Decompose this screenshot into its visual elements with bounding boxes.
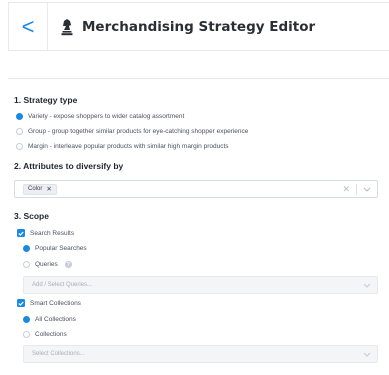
chess-knight-icon (61, 18, 73, 35)
search-results-label: Search Results (30, 229, 75, 237)
select-controls: ✕ (336, 181, 377, 197)
help-icon[interactable]: ? (64, 261, 72, 268)
checkbox-checked[interactable] (17, 229, 25, 237)
strategy-option-group[interactable]: Group - group together similar products … (16, 128, 248, 135)
title-wrap: Merchandising Strategy Editor (48, 3, 315, 50)
checkbox-checked[interactable] (17, 299, 25, 307)
collections-placeholder: Select Collections... (32, 351, 85, 357)
radio-unselected[interactable] (23, 331, 30, 338)
strategy-option-variety[interactable]: Variety - expose shoppers to wider catal… (16, 113, 184, 120)
radio-selected[interactable] (23, 245, 30, 252)
queries-label: Queries (35, 261, 58, 268)
strategy-option-margin[interactable]: Margin - interleave popular products wit… (16, 143, 229, 150)
strategy-option-label: Group - group together similar products … (28, 128, 249, 135)
queries-select[interactable]: Add / Select Queries... (23, 276, 378, 294)
strategy-heading: 1. Strategy type (14, 95, 78, 105)
smart-collections-label: Smart Collections (30, 299, 81, 307)
radio-selected[interactable] (23, 316, 30, 323)
strategy-option-label: Margin - interleave popular products wit… (28, 143, 229, 150)
collections-label: Collections (35, 331, 67, 338)
radio-unselected[interactable] (16, 128, 23, 135)
page-title: Merchandising Strategy Editor (82, 18, 316, 35)
select-controls (357, 346, 377, 362)
back-button[interactable]: < (9, 3, 48, 50)
scope-heading: 3. Scope (14, 211, 49, 221)
all-collections-option[interactable]: All Collections (23, 316, 76, 323)
chip-label: Color (28, 186, 43, 192)
collections-select[interactable]: Select Collections... (23, 345, 378, 363)
chevron-left-icon: < (21, 13, 35, 39)
attributes-select[interactable]: Color ✕ ✕ (14, 180, 378, 198)
radio-selected[interactable] (16, 113, 23, 120)
editor-header: < Merchandising Strategy Editor (8, 2, 389, 51)
popular-searches-option[interactable]: Popular Searches (23, 245, 87, 252)
queries-option[interactable]: Queries ? (23, 261, 72, 268)
radio-unselected[interactable] (23, 261, 30, 268)
chevron-down-icon[interactable] (357, 352, 377, 357)
all-collections-label: All Collections (35, 316, 76, 323)
popular-searches-label: Popular Searches (35, 245, 87, 252)
queries-placeholder: Add / Select Queries... (32, 282, 93, 288)
radio-unselected[interactable] (16, 143, 23, 150)
attribute-chip: Color ✕ (23, 183, 57, 195)
strategy-option-label: Variety - expose shoppers to wider catal… (28, 113, 185, 120)
clear-icon[interactable]: ✕ (336, 184, 356, 195)
select-controls (357, 277, 377, 293)
collections-option[interactable]: Collections (23, 331, 67, 338)
chip-remove-icon[interactable]: ✕ (46, 185, 51, 193)
smart-collections-checkbox-row[interactable]: Smart Collections (17, 299, 81, 307)
attributes-heading: 2. Attributes to diversify by (14, 161, 124, 171)
chevron-down-icon[interactable] (357, 283, 377, 288)
chevron-down-icon[interactable] (357, 187, 377, 192)
header-divider (8, 78, 389, 79)
search-results-checkbox-row[interactable]: Search Results (17, 229, 74, 237)
